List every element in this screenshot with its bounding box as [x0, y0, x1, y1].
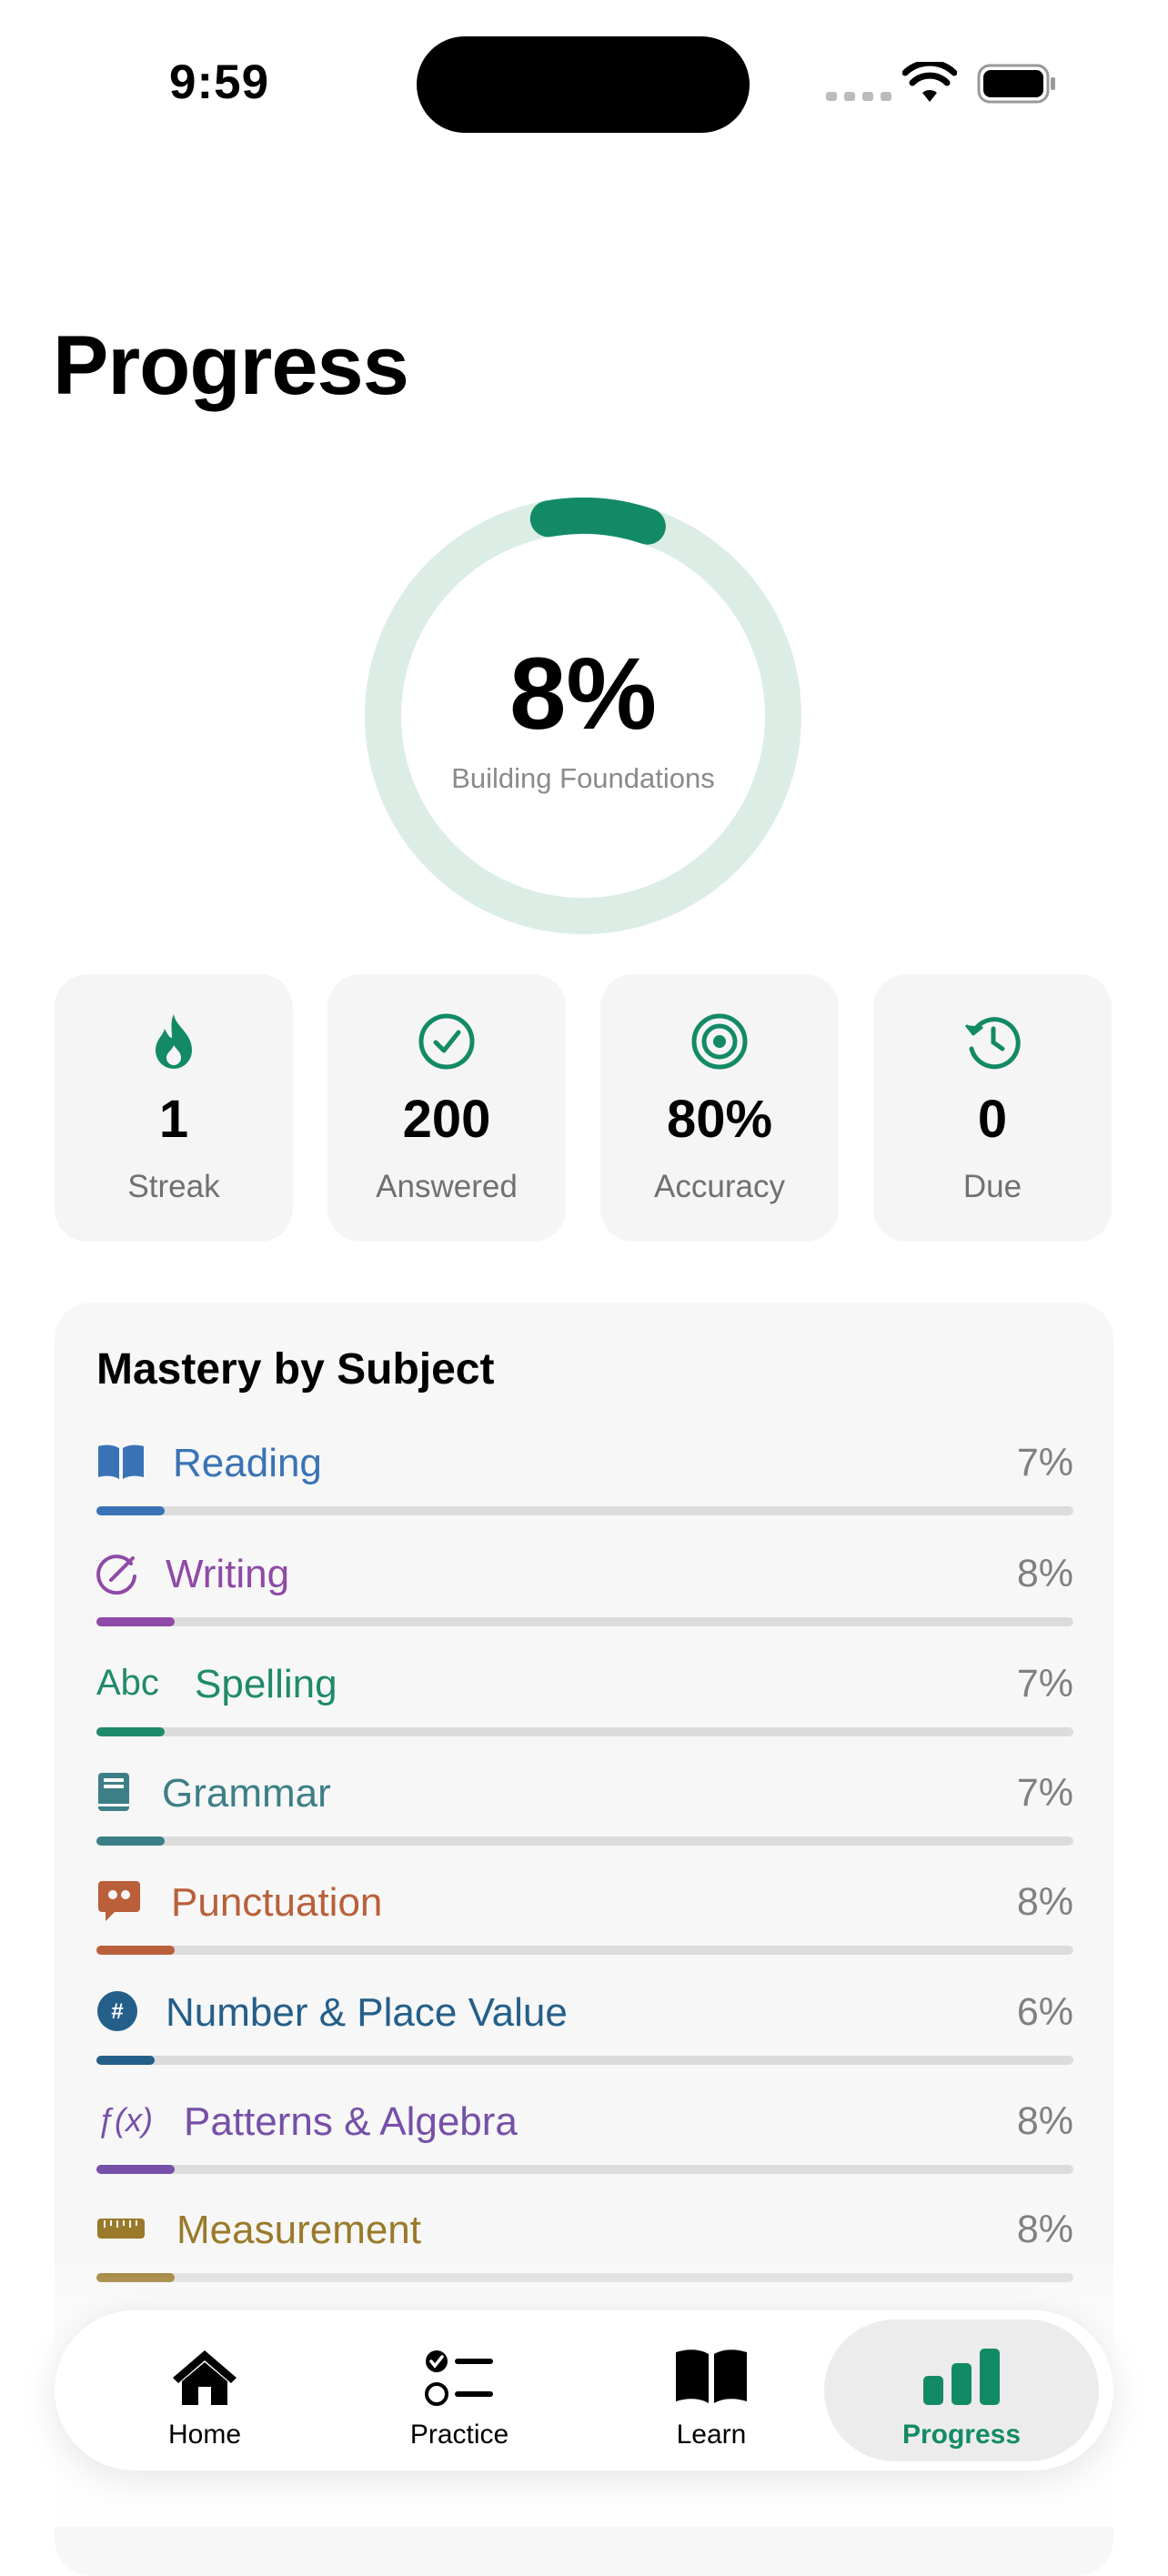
stat-label: Streak: [127, 1169, 220, 1204]
tab-label: Learn: [676, 2420, 747, 2450]
target-icon: [691, 1013, 748, 1070]
subject-label: Measurement: [176, 2208, 422, 2252]
quote-bubble-icon: [98, 1881, 140, 1921]
page-title: Progress: [53, 319, 409, 412]
subject-percent: 8%: [1016, 2099, 1073, 2143]
subject-row-spelling[interactable]: Abc Spelling 7%: [96, 1658, 1073, 1758]
subject-progress-fill: [96, 1617, 175, 1626]
subject-label: Reading: [173, 1441, 322, 1485]
battery-icon: [977, 64, 1055, 104]
overall-percent: 8%: [509, 637, 657, 750]
ruler-icon: [97, 2219, 145, 2239]
subject-percent: 8%: [1016, 1880, 1073, 1924]
stat-label: Answered: [376, 1169, 518, 1204]
mastery-title: Mastery by Subject: [96, 1345, 495, 1394]
subject-percent: 8%: [1016, 1552, 1073, 1595]
subject-percent: 8%: [1016, 2208, 1073, 2251]
stat-card-accuracy: 80% Accuracy: [600, 974, 839, 1242]
ring-progress-arc: [529, 498, 666, 545]
subject-percent: 7%: [1016, 1441, 1073, 1484]
subject-row-patterns-algebra[interactable]: ƒ(x) Patterns & Algebra 8%: [96, 2096, 1073, 2196]
subject-progress-fill: [96, 1946, 175, 1955]
clock-history-icon: [964, 1017, 1021, 1070]
subject-progress-track: [96, 1946, 1073, 1955]
subject-percent: 7%: [1016, 1662, 1073, 1706]
subject-label: Number & Place Value: [166, 1990, 568, 2035]
subject-progress-fill: [96, 1506, 166, 1515]
tab-label: Practice: [409, 2420, 509, 2450]
subject-label: Punctuation: [171, 1880, 383, 1925]
subject-progress-track: [96, 1836, 1073, 1846]
dynamic-island: [417, 36, 750, 133]
subject-progress-fill: [96, 1727, 166, 1736]
tab-home[interactable]: Home: [73, 2319, 337, 2461]
cellular-signal-icon: [826, 92, 891, 101]
mastery-level-label: Building Foundations: [451, 762, 715, 794]
subject-percent: 7%: [1016, 1771, 1073, 1815]
tab-label: Home: [167, 2420, 242, 2450]
function-icon: ƒ(x): [96, 2101, 153, 2138]
tab-progress[interactable]: Progress: [824, 2319, 1099, 2461]
tab-bar: Home Practice Learn Progress: [55, 2310, 1113, 2470]
status-time: 9:59: [169, 55, 270, 109]
book-closed-icon: [98, 1773, 129, 1811]
book-icon: [676, 2350, 747, 2403]
subject-row-reading[interactable]: Reading 7%: [96, 1437, 1073, 1537]
wifi-icon: [902, 62, 957, 102]
subject-progress-track: [96, 1727, 1073, 1736]
subject-progress-track: [96, 1506, 1073, 1515]
stat-value: 1: [158, 1090, 189, 1149]
stat-value: 80%: [666, 1090, 773, 1149]
flame-icon: [156, 1014, 192, 1069]
stat-card-streak: 1 Streak: [55, 974, 293, 1242]
subject-row-grammar[interactable]: Grammar 7%: [96, 1767, 1073, 1867]
subject-label: Spelling: [195, 1662, 337, 1706]
stat-value: 200: [402, 1090, 491, 1149]
subject-progress-track: [96, 2056, 1073, 2065]
svg-text:#: #: [111, 1999, 123, 2024]
stat-label: Due: [962, 1169, 1022, 1204]
house-icon: [173, 2350, 237, 2405]
subject-percent: 6%: [1016, 1990, 1073, 2034]
pencil-circle-icon: [96, 1555, 136, 1595]
checkmark-circle-icon: [418, 1013, 475, 1070]
subject-progress-track: [96, 2165, 1073, 2174]
stat-value: 0: [977, 1090, 1008, 1149]
tab-label: Progress: [901, 2420, 1022, 2450]
subject-row-number-place-value[interactable]: # Number & Place Value 6%: [96, 1987, 1073, 2087]
subject-row-writing[interactable]: Writing 8%: [96, 1548, 1073, 1648]
book-open-icon: [98, 1444, 144, 1479]
subject-progress-fill: [96, 2056, 156, 2065]
abc-icon: Abc: [96, 1662, 159, 1703]
subject-row-punctuation[interactable]: Punctuation 8%: [96, 1877, 1073, 1977]
stat-card-answered: 200 Answered: [327, 974, 566, 1242]
subject-progress-track: [96, 1617, 1073, 1626]
tab-learn[interactable]: Learn: [579, 2319, 843, 2461]
stat-card-due: 0 Due: [873, 974, 1112, 1242]
subject-label: Writing: [166, 1552, 290, 1596]
subject-label: Grammar: [162, 1771, 331, 1816]
stat-label: Accuracy: [654, 1169, 785, 1204]
subject-progress-fill: [96, 1836, 166, 1846]
subject-progress-fill: [96, 2165, 175, 2174]
bar-chart-icon: [923, 2349, 1000, 2405]
checklist-icon: [425, 2350, 493, 2406]
subject-label: Patterns & Algebra: [184, 2099, 518, 2144]
number-sign-icon: #: [97, 1991, 137, 2031]
tab-practice[interactable]: Practice: [327, 2319, 591, 2461]
